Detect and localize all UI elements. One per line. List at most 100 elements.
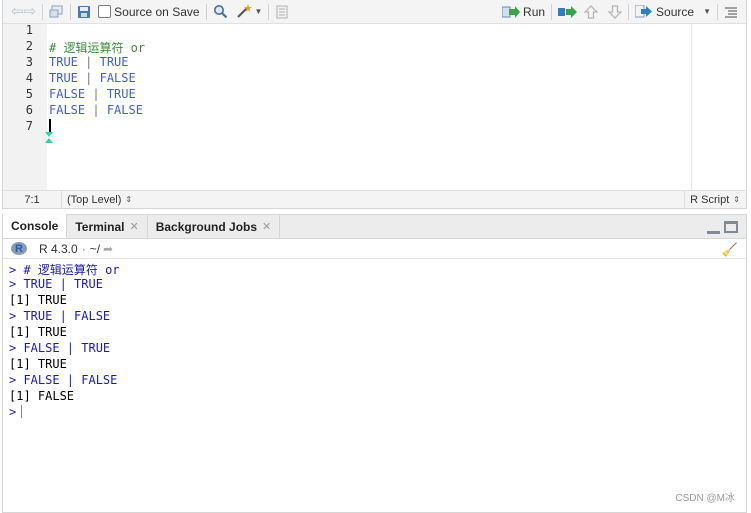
console-input-line: > TRUE | FALSE: [9, 309, 111, 323]
line-number: 2: [25, 39, 33, 53]
close-icon[interactable]: ✕: [262, 220, 271, 233]
text-cursor: [21, 405, 23, 418]
r-version: R 4.3.0: [39, 241, 78, 256]
text-cursor: [49, 119, 51, 132]
source-icon: [635, 5, 653, 18]
console-input-line: > # 逻辑运算符 or: [9, 263, 120, 277]
show-in-window-icon[interactable]: [49, 2, 64, 22]
save-icon[interactable]: [77, 2, 91, 22]
watermark: CSDN @M冰: [675, 493, 735, 504]
logical-constant: TRUE: [99, 55, 129, 69]
chevron-down-icon: ▼: [254, 7, 263, 16]
source-on-save-checkbox[interactable]: [98, 5, 112, 18]
line-number: 7: [25, 119, 33, 133]
console-input-line: > TRUE | TRUE: [9, 277, 103, 291]
or-operator: |: [92, 103, 100, 117]
logical-constant: FALSE: [99, 71, 136, 85]
fold-up-icon[interactable]: [45, 138, 53, 143]
toolbar-divider: [551, 3, 553, 20]
scope-selector[interactable]: (Top Level) ⇕: [62, 191, 132, 208]
working-directory: ~/: [89, 241, 101, 256]
console-input-line: > FALSE | FALSE: [9, 373, 118, 387]
console-tab-bar: Console Terminal ✕ Background Jobs ✕: [3, 214, 746, 239]
rerun-icon: [558, 5, 578, 18]
console-pane: Console Terminal ✕ Background Jobs ✕ R R…: [2, 214, 747, 513]
up-down-arrows-icon: ⇕: [125, 194, 133, 204]
console-prompt[interactable]: >: [9, 405, 23, 419]
tab-label: Console: [11, 219, 59, 233]
code-line: TRUE | FALSE: [49, 71, 136, 85]
chevron-down-icon[interactable]: ▼: [703, 7, 711, 16]
source-button[interactable]: Source ▼: [635, 2, 711, 22]
cursor-position: 7:1: [24, 193, 40, 206]
go-to-directory-arrow-icon[interactable]: ➦: [103, 242, 113, 256]
logical-constant: FALSE: [106, 103, 143, 117]
tab-background-jobs[interactable]: Background Jobs ✕: [148, 215, 281, 238]
source-on-save-label: Source on Save: [114, 4, 200, 19]
editor-status-bar: 7:1 (Top Level) ⇕ R Script ⇕: [3, 190, 746, 208]
source-on-save-toggle[interactable]: Source on Save: [98, 2, 200, 22]
run-button[interactable]: Run: [502, 2, 545, 22]
prompt-symbol: >: [9, 405, 17, 419]
logical-constant: TRUE: [49, 71, 78, 85]
line-number: 3: [25, 55, 33, 69]
logical-constant: FALSE: [49, 87, 86, 101]
code-line: TRUE | TRUE: [49, 55, 129, 69]
console-output-line: [1] FALSE: [9, 389, 75, 403]
source-editor-pane: ⇦ ⇨ Source on Save ▼ Run Source ▼ 1 2 3 …: [2, 0, 747, 209]
console-header: R R 4.3.0 · ~/ ➦ 🧹: [3, 239, 746, 259]
code-line: FALSE | TRUE: [49, 87, 136, 101]
clear-console-broom-icon[interactable]: 🧹: [722, 242, 738, 258]
or-operator: |: [85, 71, 93, 85]
tab-label: Background Jobs: [155, 219, 258, 234]
code-tools-wand-icon[interactable]: ▼: [236, 2, 263, 22]
tab-label: Terminal: [75, 219, 125, 234]
logical-constant: FALSE: [49, 103, 86, 117]
minimize-pane-icon[interactable]: [707, 221, 720, 234]
logical-constant: TRUE: [49, 55, 78, 69]
console-output-line: [1] TRUE: [9, 325, 67, 339]
logical-constant: TRUE: [106, 87, 136, 101]
source-label: Source: [656, 4, 695, 19]
scope-label: (Top Level): [67, 193, 122, 206]
code-editor[interactable]: 1 2 3 4 5 6 7 # 逻辑运算符 or TRUE | TRUE TRU…: [3, 23, 746, 190]
maximize-pane-icon[interactable]: [724, 221, 738, 233]
up-down-arrows-icon: ⇕: [733, 194, 740, 204]
rerun-button[interactable]: [558, 2, 578, 22]
search-icon[interactable]: [213, 2, 228, 22]
toolbar-divider: [268, 3, 270, 20]
forward-arrow-icon[interactable]: ⇨: [24, 2, 37, 22]
run-arrow-icon: [502, 5, 521, 18]
toolbar-divider: [42, 3, 44, 20]
console-output-line: [1] TRUE: [9, 293, 67, 307]
console-output-line: [1] TRUE: [9, 357, 67, 371]
go-to-next-section-icon[interactable]: [608, 2, 623, 22]
editor-toolbar: ⇦ ⇨ Source on Save ▼ Run Source ▼: [3, 0, 746, 24]
tab-console[interactable]: Console: [3, 214, 68, 238]
line-number: 4: [25, 71, 33, 85]
file-type-label: R Script: [690, 193, 730, 206]
console-input-line: > FALSE | TRUE: [9, 341, 111, 355]
run-label: Run: [523, 4, 546, 19]
line-number: 1: [25, 23, 33, 37]
close-icon[interactable]: ✕: [129, 220, 138, 233]
go-to-previous-section-icon[interactable]: [584, 2, 599, 22]
or-operator: |: [92, 87, 100, 101]
line-number-gutter: 1 2 3 4 5 6 7: [3, 23, 47, 190]
line-number: 6: [25, 103, 33, 117]
tab-terminal[interactable]: Terminal ✕: [67, 215, 148, 238]
compile-report-icon[interactable]: [275, 2, 289, 22]
file-type-selector[interactable]: R Script ⇕: [685, 191, 746, 208]
code-comment-line: # 逻辑运算符 or: [49, 41, 146, 55]
fold-down-icon[interactable]: [45, 132, 53, 137]
toolbar-divider: [717, 3, 718, 20]
r-logo-icon: R: [11, 242, 27, 255]
code-line: FALSE | FALSE: [49, 103, 143, 117]
back-arrow-icon[interactable]: ⇦: [11, 2, 24, 22]
toolbar-divider: [70, 3, 72, 20]
or-operator: |: [85, 55, 93, 69]
toolbar-divider: [628, 3, 630, 20]
document-outline-icon[interactable]: [724, 2, 738, 22]
toolbar-divider: [205, 3, 207, 20]
separator-dot: ·: [81, 241, 86, 256]
